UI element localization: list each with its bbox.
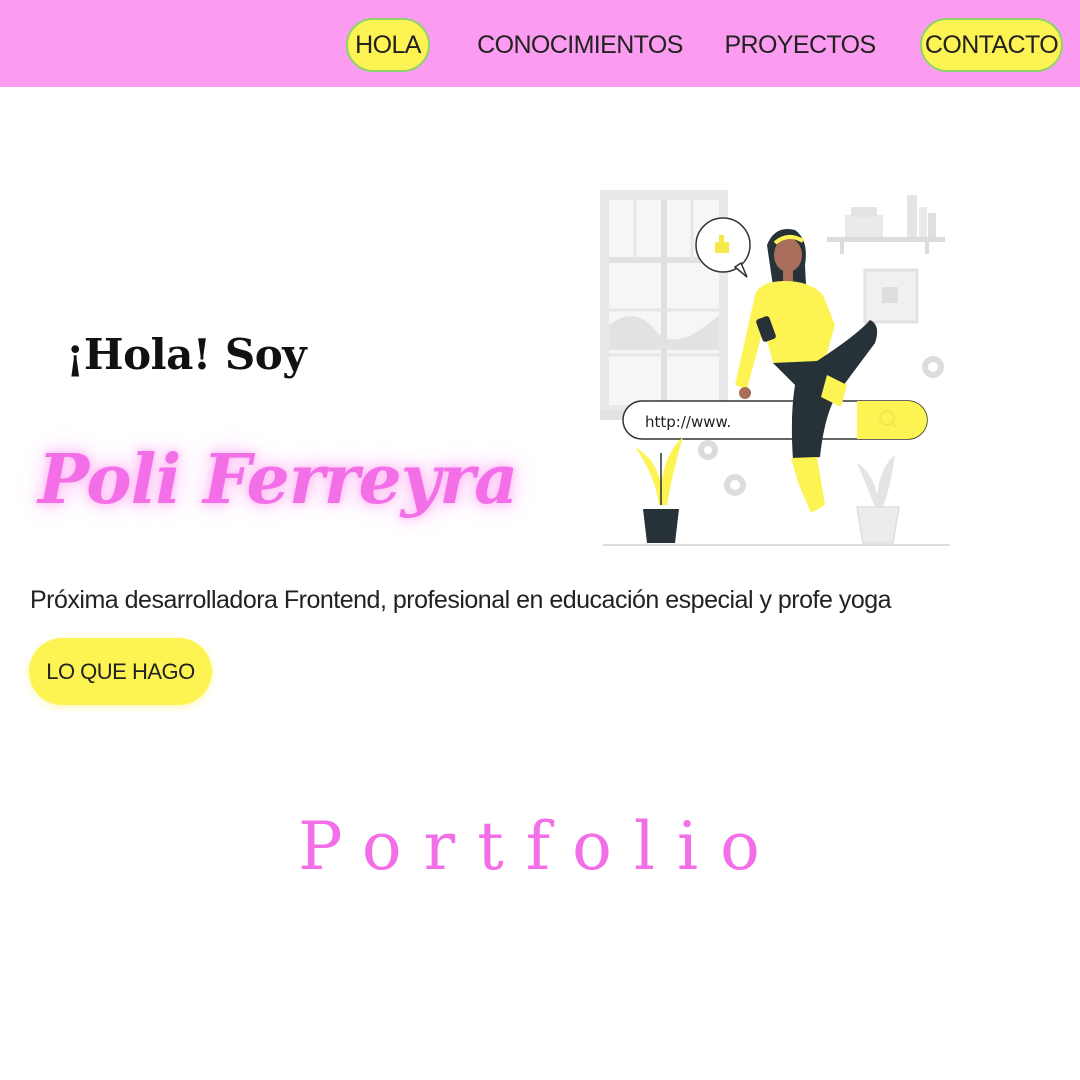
nav-hola-link[interactable]: HOLA (346, 18, 430, 72)
woman-figure (735, 229, 878, 513)
nav-conocimientos-link[interactable]: CONOCIMIENTOS (476, 18, 684, 72)
hero-greeting: ¡Hola! Soy (66, 330, 307, 379)
nav-contacto-link[interactable]: CONTACTO (920, 18, 1063, 72)
nav-proyectos-link[interactable]: PROYECTOS (724, 18, 876, 72)
frame-graphic (863, 268, 919, 324)
url-bar-text: http://www. (645, 413, 731, 431)
plant-left-graphic (635, 437, 683, 543)
hero-name: Poli Ferreyra (38, 440, 518, 520)
hero-illustration: http://www. (600, 190, 950, 546)
hero-tagline: Próxima desarrolladora Frontend, profesi… (30, 586, 892, 614)
plant-right-graphic (856, 455, 900, 544)
section-title: Portfolio (298, 808, 782, 885)
shelf-graphic (827, 195, 945, 254)
lo-que-hago-button[interactable]: LO QUE HAGO (29, 638, 212, 705)
navbar: HOLA CONOCIMIENTOS PROYECTOS CONTACTO (0, 0, 1080, 87)
url-bar-graphic: http://www. (622, 400, 928, 440)
